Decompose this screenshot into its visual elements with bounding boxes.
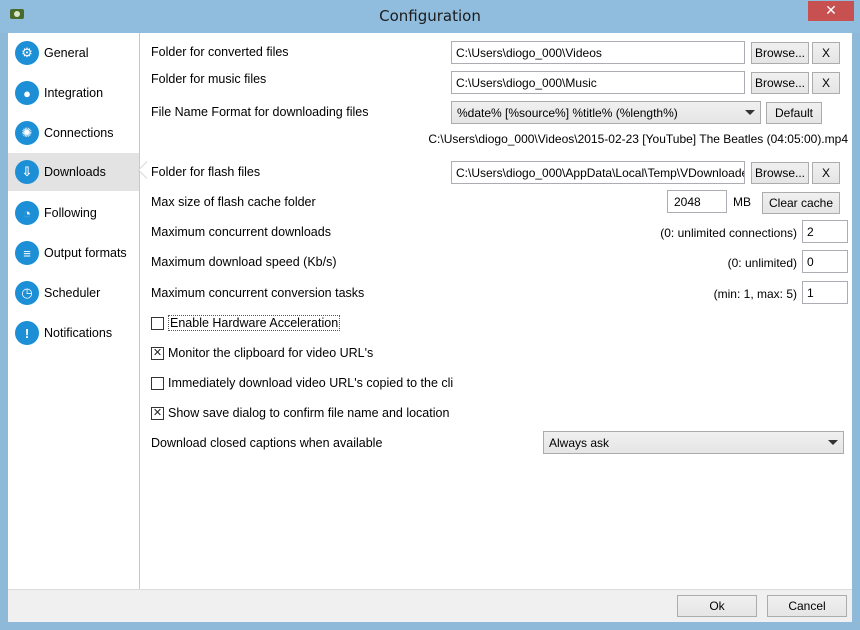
conversion-tasks-label: Maximum concurrent conversion tasks: [151, 286, 365, 300]
flash-cache-label: Max size of flash cache folder: [151, 195, 316, 209]
chevron-down-icon: [745, 110, 755, 115]
monitor-clipboard-checkbox[interactable]: ✕ Monitor the clipboard for video URL's: [151, 344, 373, 362]
sidebar-item-label: Integration: [44, 86, 104, 100]
sidebar-item-general[interactable]: ⚙ General: [8, 35, 139, 71]
filename-format-select[interactable]: %date% [%source%] %title% (%length%): [451, 101, 761, 124]
captions-value: Always ask: [549, 436, 610, 450]
cancel-button[interactable]: Cancel: [767, 595, 847, 617]
checkbox-label: Immediately download video URL's copied …: [168, 376, 453, 390]
checkbox-label: Enable Hardware Acceleration: [168, 315, 341, 331]
downloads-panel: Folder for converted files C:\Users\diog…: [141, 33, 852, 589]
captions-label: Download closed captions when available: [151, 436, 383, 450]
save-dialog-checkbox[interactable]: ✕ Show save dialog to confirm file name …: [151, 404, 449, 422]
active-indicator: [139, 162, 147, 178]
flash-cache-unit: MB: [733, 195, 751, 209]
sidebar-item-scheduler[interactable]: ◷ Scheduler: [8, 275, 139, 311]
checkbox-box[interactable]: ✕: [151, 406, 164, 420]
default-format-button[interactable]: Default: [766, 102, 822, 124]
ok-button[interactable]: Ok: [677, 595, 757, 617]
title-bar: Configuration ✕: [0, 0, 860, 33]
sidebar-item-label: General: [44, 46, 89, 60]
flash-clear-button[interactable]: X: [812, 162, 840, 184]
sidebar-item-label: Following: [44, 206, 97, 220]
download-speed-label: Maximum download speed (Kb/s): [151, 255, 337, 269]
music-folder-input[interactable]: C:\Users\diogo_000\Music: [451, 71, 745, 94]
sidebar: ⚙ General ● Integration ✺ Connections ⇩ …: [8, 33, 140, 589]
filename-format-value: %date% [%source%] %title% (%length%): [457, 106, 678, 120]
network-icon: ✺: [15, 121, 39, 145]
concurrent-downloads-input[interactable]: 2: [802, 220, 848, 243]
conversion-tasks-hint: (min: 1, max: 5): [713, 287, 797, 301]
sidebar-item-label: Connections: [44, 126, 114, 140]
sidebar-item-connections[interactable]: ✺ Connections: [8, 115, 139, 151]
clock-icon: ◷: [15, 281, 39, 305]
immediate-download-checkbox[interactable]: Immediately download video URL's copied …: [151, 374, 453, 392]
music-folder-label: Folder for music files: [151, 72, 267, 86]
rss-icon: ◔: [15, 201, 39, 225]
download-speed-hint: (0: unlimited): [727, 256, 797, 270]
checkbox-box[interactable]: [151, 376, 164, 390]
sidebar-item-downloads[interactable]: ⇩ Downloads: [8, 153, 139, 191]
chevron-down-icon: [828, 440, 838, 445]
checkbox-label: Monitor the clipboard for video URL's: [168, 346, 374, 360]
checkbox-box[interactable]: ✕: [151, 346, 164, 360]
converted-folder-label: Folder for converted files: [151, 45, 289, 59]
sidebar-item-label: Downloads: [44, 165, 106, 179]
flash-cache-input[interactable]: 2048: [667, 190, 727, 213]
user-icon: ●: [15, 81, 39, 105]
concurrent-downloads-label: Maximum concurrent downloads: [151, 225, 331, 239]
converted-clear-button[interactable]: X: [812, 42, 840, 64]
flash-folder-label: Folder for flash files: [151, 165, 261, 179]
filename-format-label: File Name Format for downloading files: [151, 105, 369, 119]
gear-icon: ⚙: [15, 41, 39, 65]
conversion-tasks-input[interactable]: 1: [802, 281, 848, 304]
footer: Ok Cancel: [8, 589, 852, 622]
sidebar-item-output-formats[interactable]: ≡ Output formats: [8, 235, 139, 271]
sidebar-item-notifications[interactable]: ! Notifications: [8, 315, 139, 351]
checkbox-label: Show save dialog to confirm file name an…: [168, 406, 450, 420]
clear-cache-button[interactable]: Clear cache: [762, 192, 840, 214]
sidebar-item-integration[interactable]: ● Integration: [8, 75, 139, 111]
sidebar-item-label: Scheduler: [44, 286, 101, 300]
dialog-content: ⚙ General ● Integration ✺ Connections ⇩ …: [8, 33, 852, 622]
flash-browse-button[interactable]: Browse...: [751, 162, 809, 184]
captions-select[interactable]: Always ask: [543, 431, 844, 454]
sidebar-item-following[interactable]: ◔ Following: [8, 195, 139, 231]
converted-folder-input[interactable]: C:\Users\diogo_000\Videos: [451, 41, 745, 64]
download-speed-input[interactable]: 0: [802, 250, 848, 273]
concurrent-downloads-hint: (0: unlimited connections): [660, 226, 797, 240]
download-icon: ⇩: [15, 160, 39, 184]
window-title: Configuration: [379, 7, 481, 25]
checkbox-box[interactable]: [151, 316, 164, 330]
converted-browse-button[interactable]: Browse...: [751, 42, 809, 64]
sliders-icon: ≡: [15, 241, 39, 265]
hardware-acceleration-checkbox[interactable]: Enable Hardware Acceleration: [151, 314, 341, 332]
sidebar-item-label: Notifications: [44, 326, 113, 340]
music-clear-button[interactable]: X: [812, 72, 840, 94]
bubble-icon: !: [15, 321, 39, 345]
sidebar-item-label: Output formats: [44, 246, 127, 260]
music-browse-button[interactable]: Browse...: [751, 72, 809, 94]
flash-folder-input[interactable]: C:\Users\diogo_000\AppData\Local\Temp\VD…: [451, 161, 745, 184]
close-button[interactable]: ✕: [808, 1, 854, 21]
filename-preview: C:\Users\diogo_000\Videos\2015-02-23 [Yo…: [428, 132, 848, 146]
